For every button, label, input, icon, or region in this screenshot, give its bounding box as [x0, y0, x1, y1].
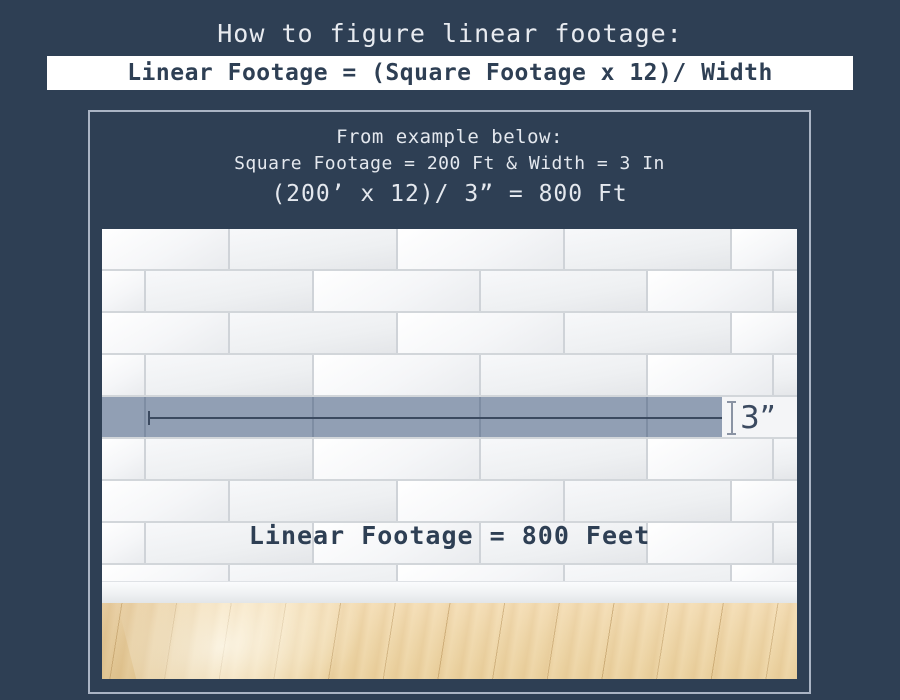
page-title: How to figure linear footage:	[217, 19, 683, 48]
formula-banner: Linear Footage = (Square Footage x 12)/ …	[47, 56, 853, 90]
floor-shadow	[102, 603, 222, 682]
tile-row	[102, 439, 797, 481]
tile	[146, 271, 314, 311]
tile	[481, 271, 648, 311]
tile-row	[102, 565, 797, 581]
tile	[102, 397, 146, 437]
tile	[732, 313, 797, 353]
tile	[146, 355, 314, 395]
tile	[648, 355, 774, 395]
measure-bracket-icon	[727, 401, 736, 435]
tile	[102, 565, 230, 581]
tile	[230, 481, 398, 521]
example-panel: From example below: Square Footage = 200…	[88, 110, 811, 694]
tile	[102, 439, 146, 479]
tile	[565, 481, 732, 521]
tile	[774, 439, 797, 479]
tile	[481, 439, 648, 479]
tile	[314, 355, 481, 395]
scene-bottom-edge	[102, 679, 797, 682]
tile	[146, 439, 314, 479]
caption-block: From example below: Square Footage = 200…	[90, 112, 809, 210]
tile	[102, 313, 230, 353]
tile	[648, 523, 774, 563]
tile	[481, 355, 648, 395]
measure-line	[149, 417, 769, 419]
tile-row	[102, 355, 797, 397]
tile-row-highlighted: 3”	[102, 397, 797, 439]
tile	[102, 523, 146, 563]
tile	[565, 565, 732, 581]
tile	[732, 481, 797, 521]
room-scene: 3” Linear Footage = 800 Feet	[102, 229, 797, 682]
baseboard	[102, 581, 797, 603]
caption-line-given: Square Footage = 200 Ft & Width = 3 In	[234, 153, 665, 174]
wood-floor	[102, 603, 797, 682]
width-callout-label: 3”	[740, 400, 776, 436]
tile	[481, 523, 648, 563]
page-header: How to figure linear footage: Linear Foo…	[0, 0, 900, 90]
tile	[314, 439, 481, 479]
subway-tile-wall: 3”	[102, 229, 797, 581]
tile	[398, 229, 565, 269]
tile	[102, 271, 146, 311]
tile-row	[102, 313, 797, 355]
tile	[230, 229, 398, 269]
formula-text: Linear Footage = (Square Footage x 12)/ …	[127, 60, 773, 86]
tile	[146, 523, 314, 563]
tile-row	[102, 271, 797, 313]
tile	[230, 313, 398, 353]
width-callout: 3”	[722, 397, 797, 437]
caption-line-calculation: (200’ x 12)/ 3” = 800 Ft	[271, 181, 628, 207]
tile	[648, 271, 774, 311]
tile	[648, 439, 774, 479]
tile	[102, 229, 230, 269]
tile	[774, 523, 797, 563]
tile-row	[102, 229, 797, 271]
tile	[398, 313, 565, 353]
tile	[398, 565, 565, 581]
tile	[732, 565, 797, 581]
tile	[565, 229, 732, 269]
tile	[774, 271, 797, 311]
tile	[314, 271, 481, 311]
tile-row	[102, 481, 797, 523]
tile	[774, 355, 797, 395]
tile	[102, 481, 230, 521]
tile	[398, 481, 565, 521]
tile	[102, 355, 146, 395]
tile	[732, 229, 797, 269]
caption-line-intro: From example below:	[336, 126, 563, 148]
tile	[314, 523, 481, 563]
tile	[565, 313, 732, 353]
tile-row	[102, 523, 797, 565]
tile	[230, 565, 398, 581]
